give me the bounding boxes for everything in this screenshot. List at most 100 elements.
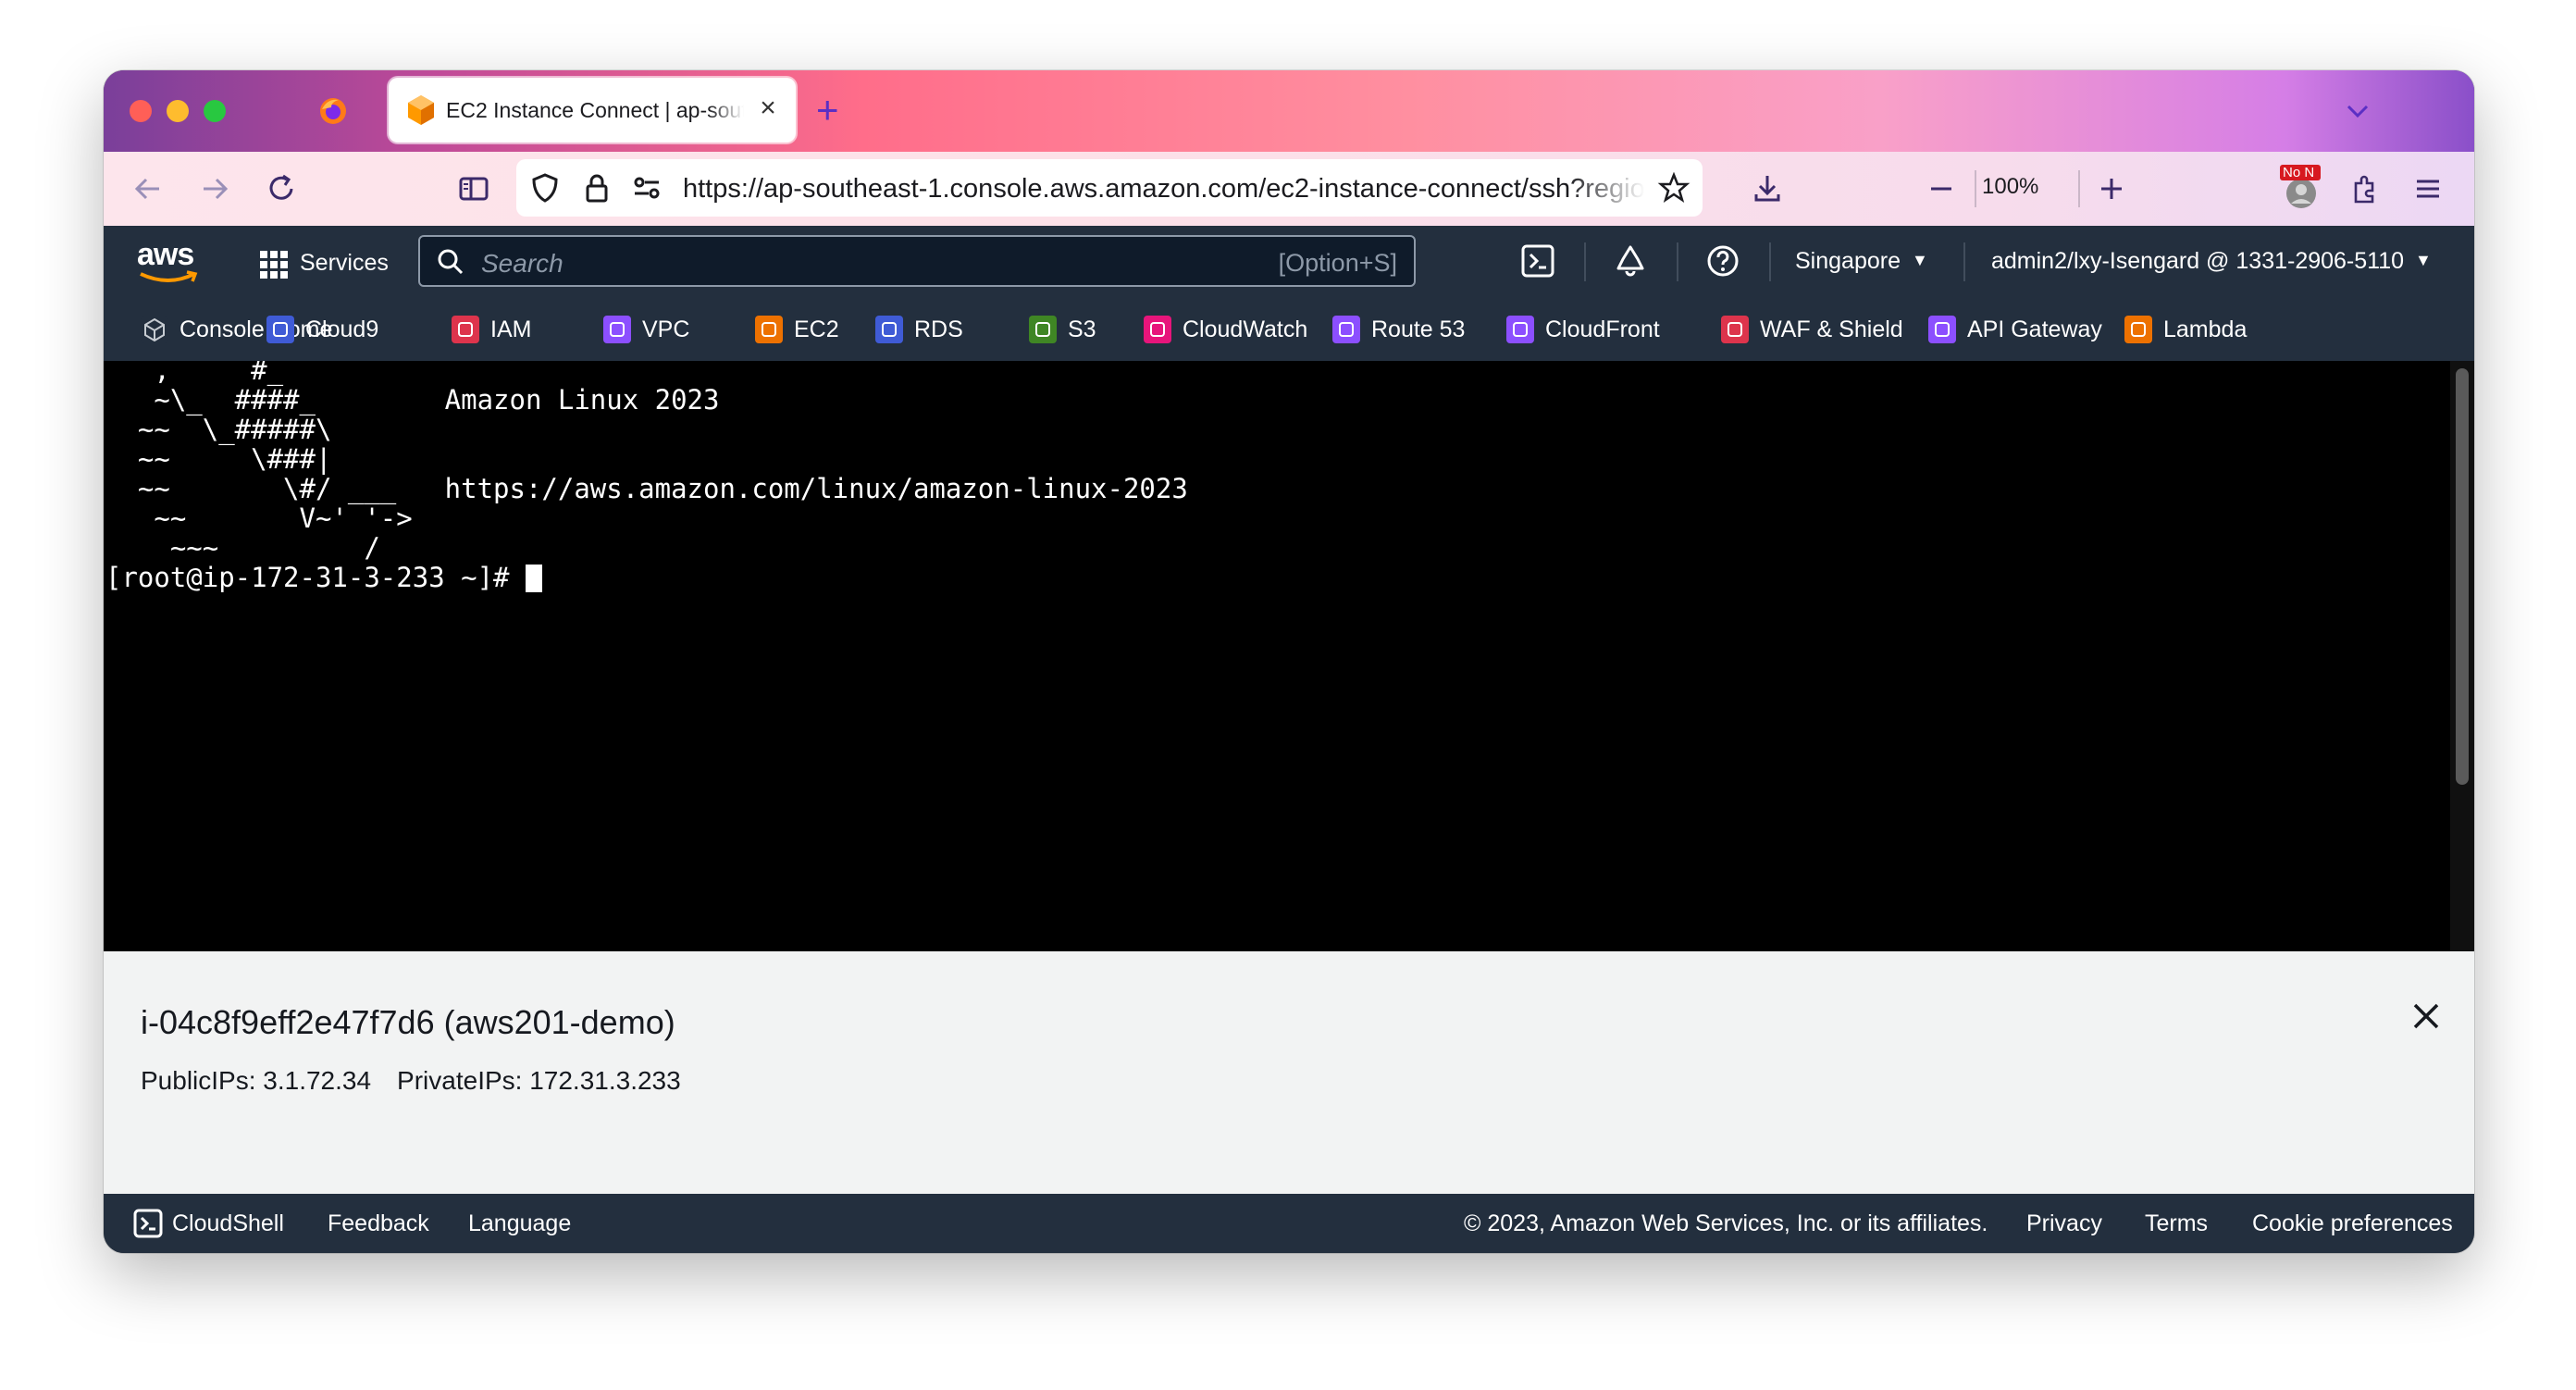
hamburger-menu-icon[interactable] [2409, 170, 2446, 207]
back-arrow-icon[interactable] [130, 170, 167, 207]
service-icon [1332, 316, 1360, 343]
tab-title: EC2 Instance Connect | ap-southeast-1 [446, 98, 744, 122]
header-divider [1769, 242, 1771, 281]
close-icon[interactable] [2408, 998, 2445, 1035]
terminal-cursor [525, 565, 542, 592]
favorite-lambda[interactable]: Lambda [2124, 315, 2247, 344]
extension-avatar[interactable]: No N [2280, 165, 2322, 213]
service-icon [141, 316, 168, 343]
terminal-line: ~~ \_#####\ [105, 414, 332, 445]
footer-copyright: © 2023, Amazon Web Services, Inc. or its… [1464, 1210, 1988, 1236]
footer-cloudshell-link[interactable]: CloudShell [172, 1210, 284, 1237]
ec2-favicon-icon [408, 95, 434, 125]
zoom-divider [1975, 170, 1976, 207]
footer-terms-link[interactable]: Terms [2145, 1210, 2208, 1237]
favorite-label: WAF & Shield [1760, 316, 1903, 342]
region-label: Singapore [1795, 248, 1901, 274]
public-ips: PublicIPs: 3.1.72.34 [141, 1066, 372, 1095]
permissions-icon[interactable] [629, 170, 664, 205]
maximize-window-button[interactable] [204, 100, 226, 122]
favorite-label: EC2 [794, 316, 839, 342]
search-placeholder: Search [481, 249, 564, 278]
lock-icon[interactable] [579, 170, 614, 205]
caret-down-icon: ▼ [2415, 251, 2432, 269]
terminal-scroll-thumb[interactable] [2456, 368, 2469, 785]
notifications-bell-icon[interactable] [1612, 242, 1649, 279]
firefox-view-icon[interactable] [318, 96, 348, 126]
service-icon [1144, 316, 1171, 343]
favorite-cloud9[interactable]: Cloud9 [266, 315, 378, 344]
terminal-line: ~~ V~' '-> [105, 503, 413, 534]
url-text: https://ap-southeast-1.console.aws.amazo… [683, 174, 1645, 204]
favorite-waf-shield[interactable]: WAF & Shield [1721, 315, 1903, 344]
browser-tab-strip: EC2 Instance Connect | ap-southeast-1 × … [104, 70, 2474, 152]
favorite-api-gateway[interactable]: API Gateway [1928, 315, 2102, 344]
extension-avatar-icon [2286, 179, 2316, 208]
instance-info-panel: i-04c8f9eff2e47f7d6 (aws201-demo) Public… [104, 951, 2474, 1194]
help-icon[interactable] [1704, 242, 1741, 279]
service-icon [266, 316, 294, 343]
extension-badge: No N [2280, 165, 2321, 180]
terminal-line: , #_ [105, 361, 284, 386]
tracking-protection-shield-icon[interactable] [527, 170, 563, 205]
header-divider [1963, 242, 1965, 281]
account-label: admin2/lxy-Isengard @ 1331-2906-5110 [1991, 248, 2405, 274]
service-icon [1721, 316, 1749, 343]
favorite-label: Cloud9 [305, 316, 379, 342]
favorite-label: API Gateway [1967, 316, 2102, 342]
cloudshell-icon[interactable] [133, 1209, 163, 1238]
zoom-out-icon[interactable] [1923, 170, 1960, 207]
zoom-in-icon[interactable] [2093, 170, 2130, 207]
favorite-label: IAM [490, 316, 532, 342]
terminal[interactable]: , #_ ~\_ ####_ Amazon Linux 2023 ~~ \_##… [104, 361, 2474, 951]
footer-privacy-link[interactable]: Privacy [2026, 1210, 2102, 1237]
aws-console-header: aws Services Search [Option+S] Singapore… [104, 226, 2474, 298]
console-footer: CloudShell Feedback Language © 2023, Ama… [104, 1194, 2474, 1253]
terminal-line: ~~ \###| [105, 443, 332, 475]
favorite-label: Route 53 [1371, 316, 1466, 342]
favorite-cloudwatch[interactable]: CloudWatch [1144, 315, 1307, 344]
downloads-icon[interactable] [1749, 170, 1786, 207]
address-bar[interactable]: https://ap-southeast-1.console.aws.amazo… [516, 159, 1703, 217]
favorite-iam[interactable]: IAM [452, 315, 531, 344]
terminal-line: ~~~ / [105, 532, 380, 564]
region-selector[interactable]: Singapore ▼ [1795, 248, 1928, 275]
aws-logo[interactable]: aws [137, 237, 202, 287]
reload-icon[interactable] [263, 170, 300, 207]
favorite-route-53[interactable]: Route 53 [1332, 315, 1465, 344]
list-all-tabs-icon[interactable] [2341, 94, 2374, 128]
forward-arrow-icon[interactable] [196, 170, 233, 207]
terminal-prompt: [root@ip-172-31-3-233 ~]# [105, 562, 526, 593]
favorite-cloudfront[interactable]: CloudFront [1506, 315, 1660, 344]
favorite-rds[interactable]: RDS [875, 315, 963, 344]
instance-title: i-04c8f9eff2e47f7d6 (aws201-demo) [141, 1003, 675, 1041]
favorite-vpc[interactable]: VPC [603, 315, 689, 344]
service-icon [1029, 316, 1057, 343]
close-window-button[interactable] [130, 100, 152, 122]
minimize-window-button[interactable] [167, 100, 189, 122]
aws-smile-icon [140, 270, 198, 282]
footer-language-link[interactable]: Language [468, 1210, 571, 1237]
sidebar-toggle-icon[interactable] [455, 170, 492, 207]
favorite-ec2[interactable]: EC2 [755, 315, 839, 344]
zoom-divider [2078, 170, 2080, 207]
cloudshell-icon[interactable] [1519, 242, 1556, 279]
favorite-s3[interactable]: S3 [1029, 315, 1096, 344]
search-input[interactable]: Search [Option+S] [418, 235, 1416, 287]
close-tab-icon[interactable]: × [755, 94, 781, 122]
extensions-puzzle-icon[interactable] [2347, 170, 2384, 207]
footer-feedback-link[interactable]: Feedback [328, 1210, 429, 1237]
service-icon [603, 316, 631, 343]
terminal-line: ~\_ ####_ Amazon Linux 2023 [105, 384, 720, 416]
header-divider [1677, 242, 1678, 281]
bookmark-star-icon[interactable] [1656, 170, 1691, 205]
search-icon [438, 249, 464, 275]
favorite-label: CloudFront [1545, 316, 1660, 342]
footer-cookie-preferences-link[interactable]: Cookie preferences [2252, 1210, 2453, 1237]
service-icon [1928, 316, 1956, 343]
zoom-level[interactable]: 100% [1982, 174, 2038, 200]
account-menu[interactable]: admin2/lxy-Isengard @ 1331-2906-5110 ▼ [1991, 248, 2432, 275]
new-tab-button[interactable]: + [816, 91, 839, 130]
active-tab[interactable]: EC2 Instance Connect | ap-southeast-1 × [389, 78, 796, 143]
service-icon [1506, 316, 1534, 343]
